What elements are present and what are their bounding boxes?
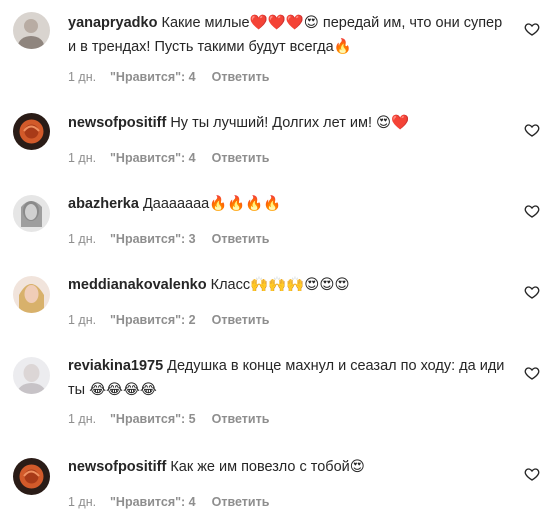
avatar[interactable] xyxy=(13,357,50,394)
comment-meta: 1 дн. "Нравится": 5 Ответить xyxy=(68,412,269,426)
reply-button[interactable]: Ответить xyxy=(212,151,270,165)
comment-meta: 1 дн. "Нравится": 2 Ответить xyxy=(68,313,269,327)
comment-text: abazherka Дааааааа🔥🔥🔥🔥 xyxy=(68,192,513,216)
avatar[interactable] xyxy=(13,276,50,313)
comment-text: yanapryadko Какие милые❤️❤️❤️😍 передай и… xyxy=(68,11,513,59)
avatar[interactable] xyxy=(13,12,50,49)
comment-text: newsofpositiff Ну ты лучший! Долгих лет … xyxy=(68,111,513,135)
comment-body: Класс🙌🙌🙌😍😍😍 xyxy=(210,277,350,293)
comment-meta: 1 дн. "Нравится": 4 Ответить xyxy=(68,70,269,84)
heart-outline-icon[interactable] xyxy=(524,365,540,381)
reply-button[interactable]: Ответить xyxy=(212,313,270,327)
avatar[interactable] xyxy=(13,195,50,232)
comment-time[interactable]: 1 дн. xyxy=(68,495,110,509)
comment-text: meddianakovalenko Класс🙌🙌🙌😍😍😍 xyxy=(68,273,513,297)
comment-username[interactable]: abazherka xyxy=(68,196,139,212)
comment-time[interactable]: 1 дн. xyxy=(68,313,110,327)
reply-button[interactable]: Ответить xyxy=(212,412,270,426)
comment-time[interactable]: 1 дн. xyxy=(68,412,110,426)
comment-likes[interactable]: "Нравится": 4 xyxy=(110,70,196,84)
comment-likes[interactable]: "Нравится": 3 xyxy=(110,232,196,246)
comment-body: Дааааааа🔥🔥🔥🔥 xyxy=(142,196,282,212)
comment-body: Ну ты лучший! Долгих лет им! 😍❤️ xyxy=(170,115,410,131)
comment-likes[interactable]: "Нравится": 4 xyxy=(110,495,196,509)
comment-meta: 1 дн. "Нравится": 4 Ответить xyxy=(68,495,269,509)
comment-username[interactable]: newsofpositiff xyxy=(68,115,166,131)
heart-outline-icon[interactable] xyxy=(524,203,540,219)
comment-username[interactable]: newsofpositiff xyxy=(68,459,166,475)
comment-username[interactable]: yanapryadko xyxy=(68,15,157,31)
comment-likes[interactable]: "Нравится": 4 xyxy=(110,151,196,165)
comment-likes[interactable]: "Нравится": 2 xyxy=(110,313,196,327)
comment-time[interactable]: 1 дн. xyxy=(68,232,110,246)
comment-time[interactable]: 1 дн. xyxy=(68,70,110,84)
comment-body: Как же им повезло с тобой😍 xyxy=(170,459,365,475)
reply-button[interactable]: Ответить xyxy=(212,70,270,84)
avatar[interactable] xyxy=(13,113,50,150)
heart-outline-icon[interactable] xyxy=(524,466,540,482)
reply-button[interactable]: Ответить xyxy=(212,495,270,509)
comment-likes[interactable]: "Нравится": 5 xyxy=(110,412,196,426)
reply-button[interactable]: Ответить xyxy=(212,232,270,246)
heart-outline-icon[interactable] xyxy=(524,122,540,138)
avatar[interactable] xyxy=(13,458,50,495)
comment-time[interactable]: 1 дн. xyxy=(68,151,110,165)
heart-outline-icon[interactable] xyxy=(524,21,540,37)
comment-meta: 1 дн. "Нравится": 3 Ответить xyxy=(68,232,269,246)
comment-username[interactable]: reviakina1975 xyxy=(68,358,163,374)
comment-meta: 1 дн. "Нравится": 4 Ответить xyxy=(68,151,269,165)
heart-outline-icon[interactable] xyxy=(524,284,540,300)
comment-text: newsofpositiff Как же им повезло с тобой… xyxy=(68,455,513,479)
comment-text: reviakina1975 Дедушка в конце махнул и с… xyxy=(68,354,513,402)
comment-username[interactable]: meddianakovalenko xyxy=(68,277,207,293)
